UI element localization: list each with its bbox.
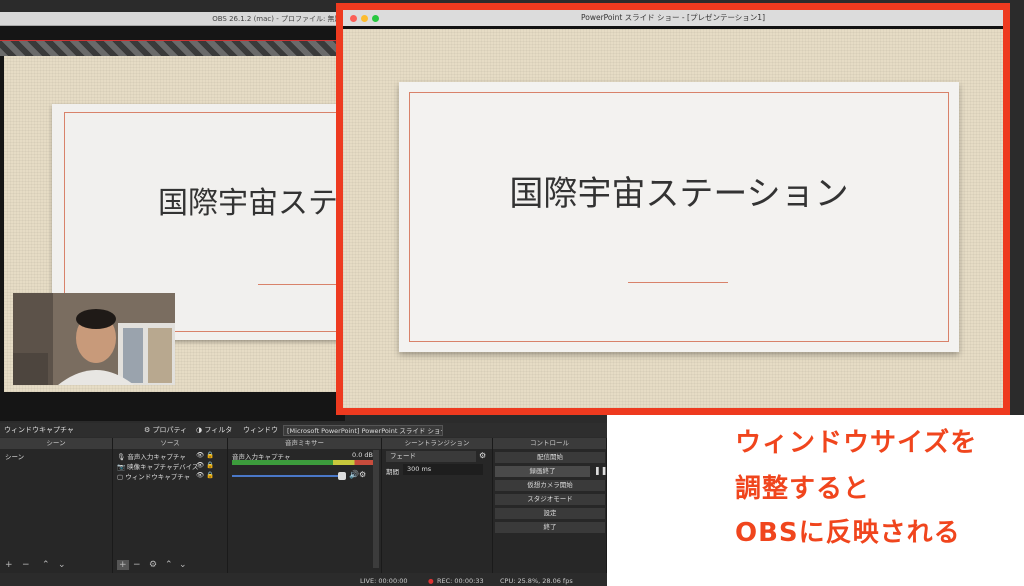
properties-label: プロパティ	[152, 426, 188, 434]
filters-button[interactable]: ◑ フィルタ	[196, 423, 232, 437]
rec-time: REC: 00:00:33	[437, 577, 484, 585]
rec-dot-icon: ●	[428, 577, 434, 585]
live-time: LIVE: 00:00:00	[360, 577, 408, 585]
source-item-label: 映像キャプチャデバイス	[127, 463, 199, 471]
selected-source-name: ウィンドウキャプチャ	[4, 426, 74, 434]
mixer-header: 音声ミキサー	[228, 438, 381, 449]
volume-slider-handle[interactable]	[338, 472, 346, 480]
duration-input[interactable]: 300 ms	[403, 464, 483, 475]
scene-item[interactable]: シーン	[5, 451, 24, 461]
zoom-dot-icon[interactable]	[372, 15, 379, 22]
exit-button[interactable]: 終了	[495, 522, 605, 533]
obs-slide-line	[258, 284, 345, 285]
transition-settings-icon[interactable]: ⚙	[479, 451, 486, 460]
status-bar: LIVE: 00:00:00 ● REC: 00:00:33 CPU: 25.8…	[0, 575, 607, 586]
add-source-icon[interactable]: +	[117, 560, 129, 570]
source-item[interactable]: ▢ ウィンドウキャプチャ	[117, 471, 190, 481]
remove-source-icon[interactable]: −	[133, 560, 141, 570]
scenes-dock: シーン シーン + − ⌃ ⌄	[0, 438, 113, 573]
scenes-header: シーン	[0, 438, 112, 449]
stop-recording-button[interactable]: 録画終了	[495, 466, 590, 477]
ppt-title-bar: PowerPoint スライド ショー - [プレゼンテーション1]	[343, 10, 1003, 26]
source-settings-icon[interactable]: ⚙	[149, 560, 157, 570]
settings-button[interactable]: 設定	[495, 508, 605, 519]
filters-label: フィルタ	[204, 426, 233, 434]
webcam-feed	[13, 293, 175, 385]
source-item[interactable]: 📷 映像キャプチャデバイス	[117, 461, 198, 471]
studio-mode-button[interactable]: スタジオモード	[495, 494, 605, 505]
sources-dock: ソース 🎙 音声入力キャプチャ 📷 映像キャプチャデバイス ▢ ウィンドウキャプ…	[113, 438, 228, 573]
obs-slide-title: 国際宇宙ステーション	[158, 186, 345, 221]
volume-meter	[232, 460, 376, 465]
caption-line-1: ウィンドウサイズを	[735, 428, 978, 458]
mixer-dock: 音声ミキサー 音声入力キャプチャ 0.0 dB 🔊⚙	[228, 438, 382, 573]
ppt-slide-border	[409, 92, 949, 342]
transition-select[interactable]: フェード	[386, 451, 476, 462]
transitions-header: シーントランジション	[382, 438, 492, 449]
controls-header: コントロール	[493, 438, 606, 449]
eye-icon[interactable]: 👁 🔒	[196, 451, 214, 459]
cpu-usage: CPU: 25.8%, 28.06 fps	[500, 577, 573, 585]
remove-scene-icon[interactable]: −	[22, 560, 30, 570]
properties-button[interactable]: ⚙ プロパティ	[144, 423, 187, 437]
close-dot-icon[interactable]	[350, 15, 357, 22]
window-select[interactable]: [Microsoft PowerPoint] PowerPoint スライド シ…	[283, 425, 443, 436]
sources-header: ソース	[113, 438, 227, 449]
eye-icon[interactable]: 👁 🔒	[196, 471, 214, 479]
source-item-label: 音声入力キャプチャ	[127, 453, 186, 461]
speaker-icon[interactable]: 🔊⚙	[349, 470, 366, 479]
ppt-slide-line	[628, 282, 728, 283]
mixer-level: 0.0 dB	[352, 451, 373, 459]
move-down-icon[interactable]: ⌄	[179, 560, 187, 570]
source-item-label: ウィンドウキャプチャ	[125, 473, 191, 481]
duration-label: 期間	[386, 468, 399, 476]
caption-line-3: OBSに反映される	[735, 518, 961, 548]
move-up-icon[interactable]: ⌃	[42, 560, 50, 570]
preview-stripe	[0, 40, 345, 56]
transitions-dock: シーントランジション フェード ⚙ 期間 300 ms	[382, 438, 493, 573]
move-up-icon[interactable]: ⌃	[165, 560, 173, 570]
move-down-icon[interactable]: ⌄	[58, 560, 66, 570]
minimize-dot-icon[interactable]	[361, 15, 368, 22]
eye-icon[interactable]: 👁 🔒	[196, 461, 214, 469]
add-scene-icon[interactable]: +	[5, 560, 13, 570]
ppt-slide-title: 国際宇宙ステーション	[509, 174, 849, 214]
source-item[interactable]: 🎙 音声入力キャプチャ	[117, 451, 186, 461]
volume-slider[interactable]	[232, 475, 340, 477]
mixer-scrollbar[interactable]	[373, 450, 379, 568]
start-streaming-button[interactable]: 配信開始	[495, 452, 605, 463]
virtual-camera-button[interactable]: 仮想カメラ開始	[495, 480, 605, 491]
caption-line-2: 調整すると	[735, 474, 871, 504]
window-label: ウィンドウ	[243, 426, 278, 434]
pause-icon[interactable]: ❚❚	[594, 466, 607, 475]
